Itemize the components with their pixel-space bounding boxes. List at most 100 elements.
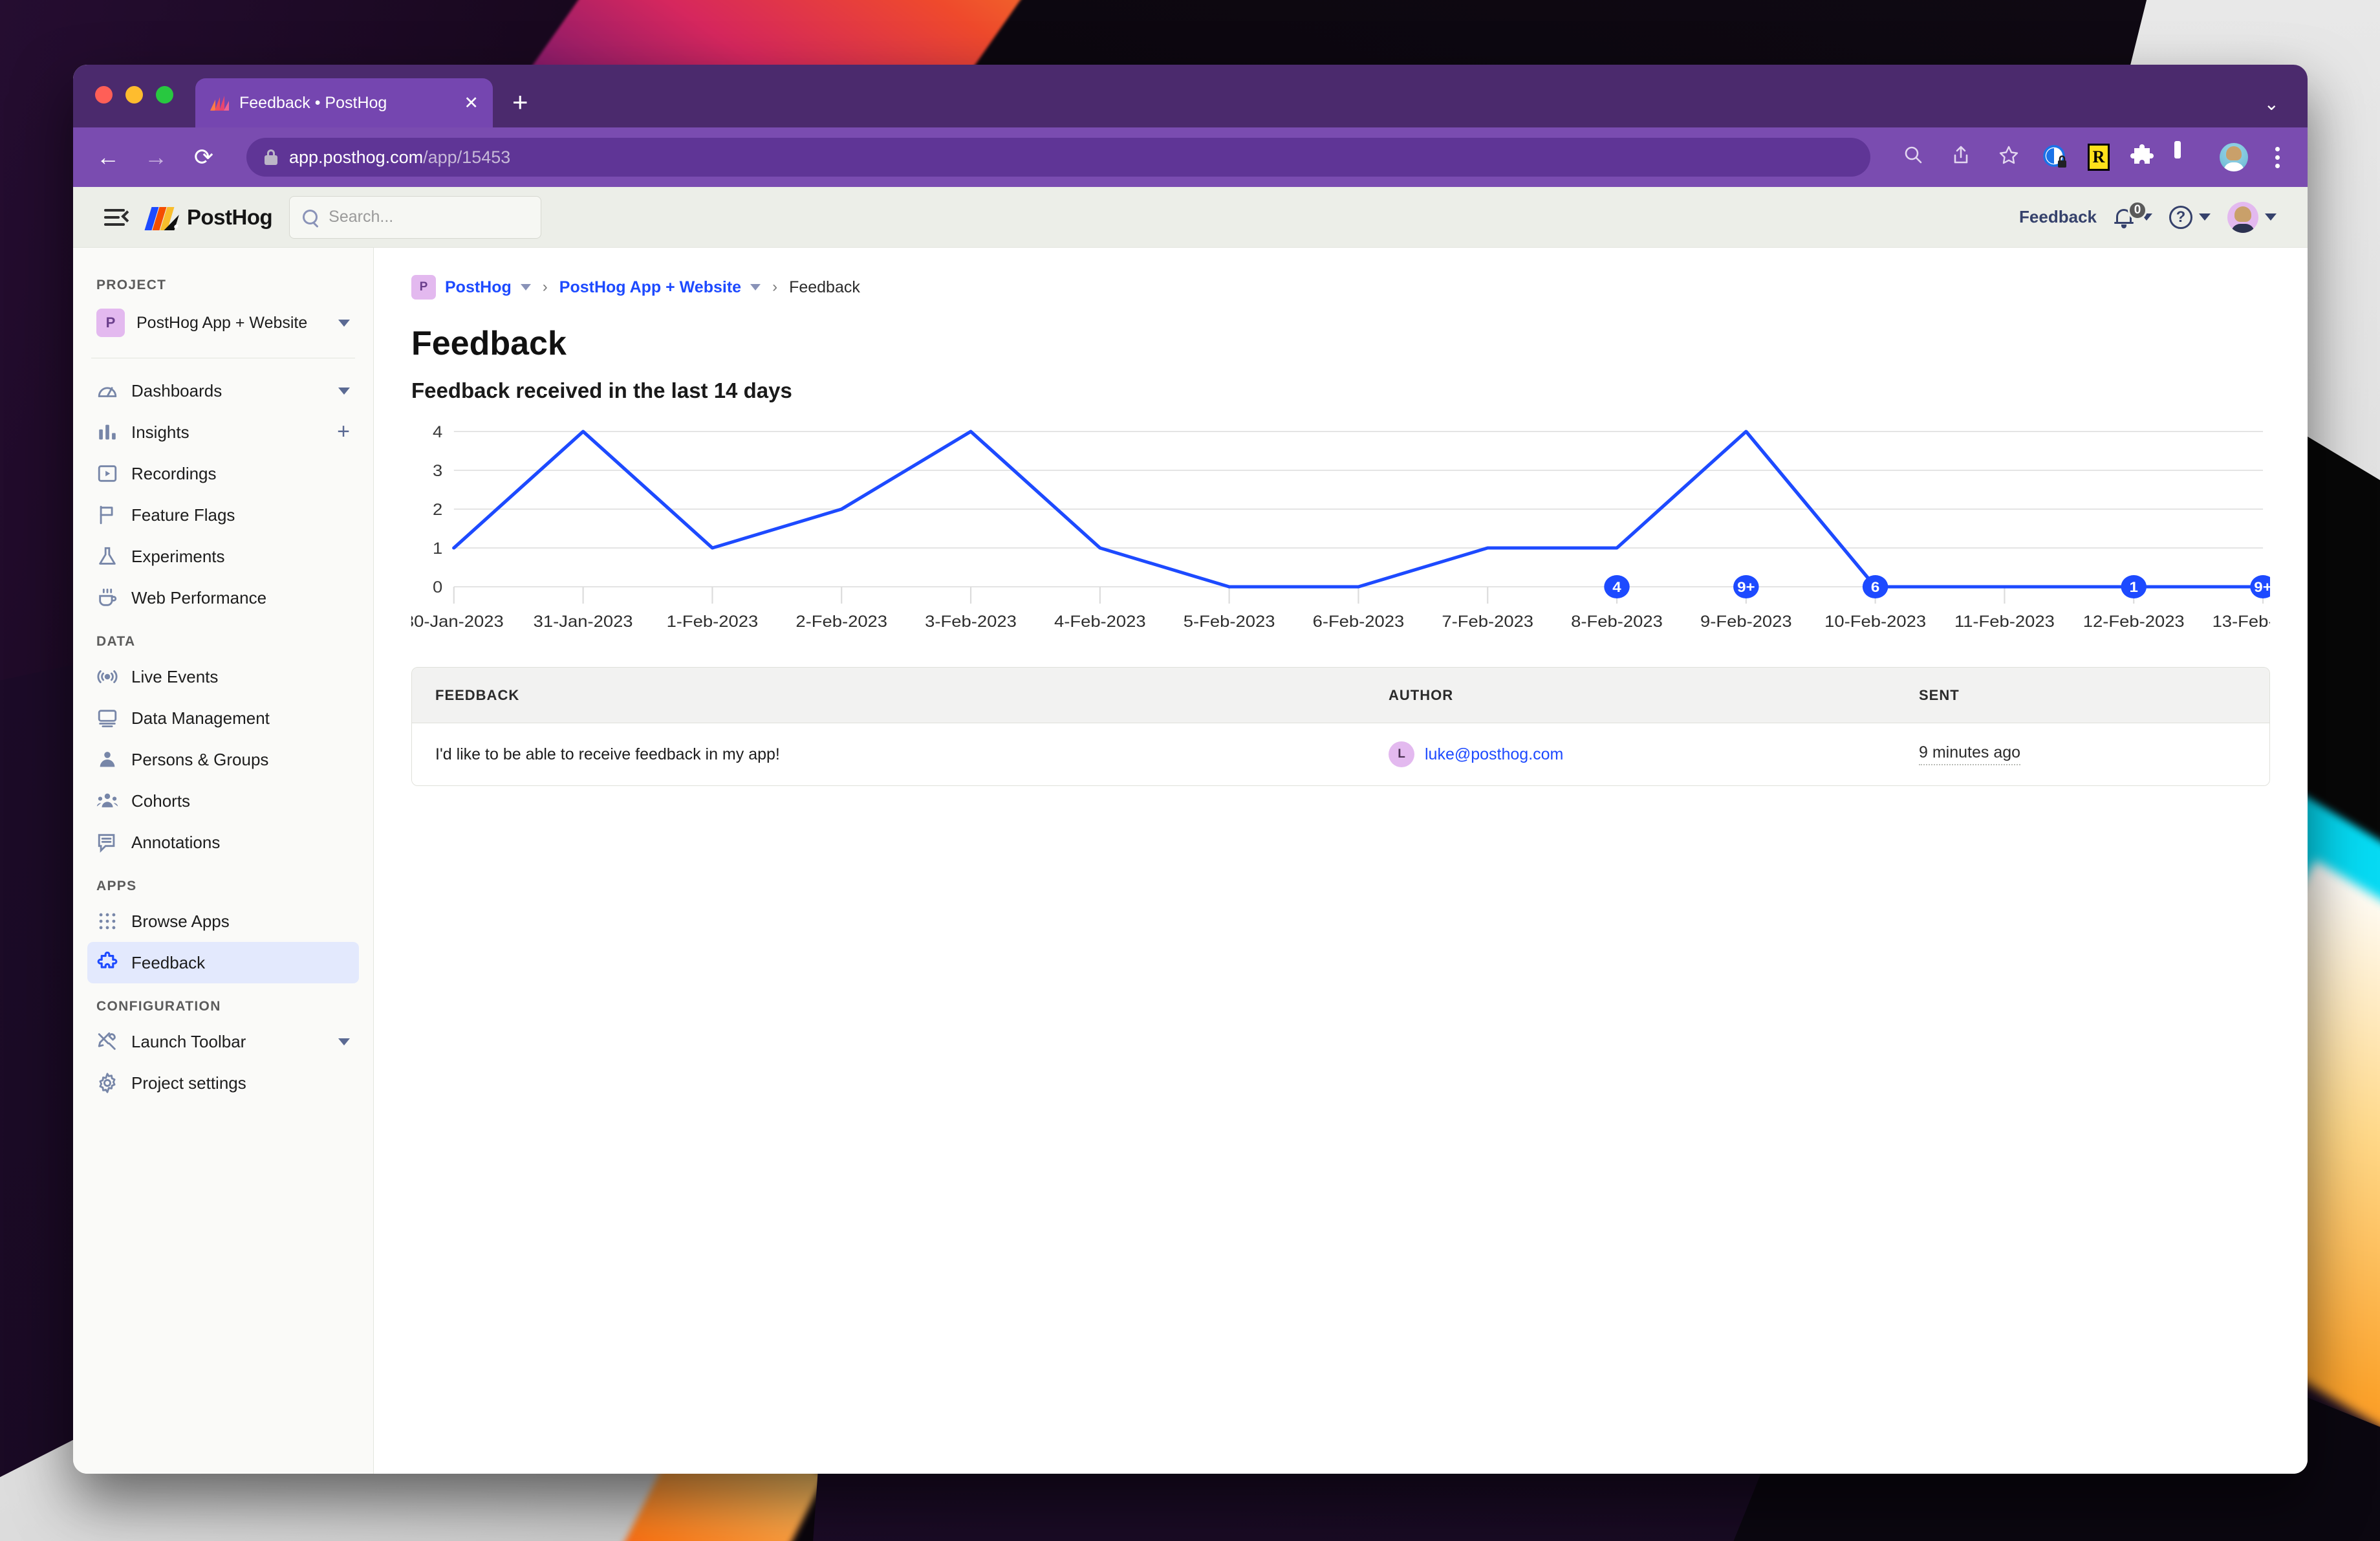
chevron-down-icon[interactable]	[338, 1038, 350, 1045]
breadcrumb-org-badge: P	[411, 275, 436, 300]
search-icon[interactable]	[1899, 145, 1927, 169]
sidebar-item-feature-flags[interactable]: Feature Flags	[87, 494, 359, 536]
sidebar-item-launch-toolbar[interactable]: Launch Toolbar	[87, 1021, 359, 1062]
author-cell: L luke@posthog.com	[1389, 741, 1919, 767]
tabstrip-chevron-down-icon[interactable]: ⌄	[2264, 93, 2279, 115]
back-button[interactable]: ←	[94, 146, 122, 169]
search-placeholder: Search...	[329, 208, 393, 226]
extensions-puzzle-icon[interactable]	[2129, 144, 2155, 170]
sidebar-item-persons-groups[interactable]: Persons & Groups	[87, 739, 359, 780]
sidebar-item-label: Experiments	[131, 547, 350, 567]
chevron-down-icon[interactable]	[750, 284, 761, 290]
search-input[interactable]: Search...	[289, 196, 541, 239]
sidebar-item-dashboards[interactable]: Dashboards	[87, 370, 359, 411]
chart-heading: Feedback received in the last 14 days	[411, 378, 2270, 403]
sidebar-item-label: Launch Toolbar	[131, 1032, 325, 1052]
search-icon	[303, 210, 318, 225]
chart-annotation-badge[interactable]: 1	[2121, 575, 2146, 598]
sidebar-project-selector[interactable]: P PostHog App + Website	[87, 300, 359, 346]
browser-tabstrip: Feedback • PostHog ✕ + ⌄	[73, 65, 2308, 127]
tools-icon	[96, 1031, 118, 1053]
browser-profile-avatar[interactable]	[2220, 143, 2248, 171]
bar-chart-icon	[96, 421, 118, 443]
chart-annotation-badge[interactable]: 4	[1604, 575, 1629, 598]
posthog-favicon-icon	[210, 94, 229, 111]
sidebar-item-browse-apps[interactable]: Browse Apps	[87, 901, 359, 942]
sidebar-item-label: Live Events	[131, 667, 350, 687]
sidebar-item-recordings[interactable]: Recordings	[87, 453, 359, 494]
reload-button[interactable]: ⟳	[189, 146, 218, 169]
chart-annotation-badge[interactable]: 6	[1863, 575, 1888, 598]
table-row[interactable]: I'd like to be able to receive feedback …	[412, 723, 2269, 785]
main-content: P PostHog › PostHog App + Website › Feed…	[374, 248, 2308, 1474]
sidebar-item-web-performance[interactable]: Web Performance	[87, 577, 359, 618]
close-tab-button[interactable]: ✕	[464, 94, 479, 112]
sidebar-item-experiments[interactable]: Experiments	[87, 536, 359, 577]
x-axis-tick-label: 4-Feb-2023	[1054, 612, 1146, 631]
share-icon[interactable]	[1947, 145, 1975, 169]
breadcrumb-org-link[interactable]: PostHog	[445, 278, 512, 297]
comment-lines-icon	[96, 831, 118, 853]
sidebar-item-feedback[interactable]: Feedback	[87, 942, 359, 983]
user-menu-button[interactable]	[2227, 202, 2277, 233]
header-feedback-link[interactable]: Feedback	[2019, 207, 2097, 227]
url-path: /app/15453	[423, 148, 510, 167]
close-window-button[interactable]	[95, 86, 113, 104]
sidebar-item-label: Data Management	[131, 708, 350, 728]
project-name: PostHog App + Website	[136, 313, 327, 333]
chevron-down-icon	[338, 320, 350, 327]
forward-button[interactable]: →	[142, 146, 170, 169]
breadcrumb-project-link[interactable]: PostHog App + Website	[559, 278, 741, 297]
sidebar-item-insights[interactable]: Insights +	[87, 411, 359, 453]
sent-timestamp[interactable]: 9 minutes ago	[1919, 743, 2020, 765]
address-bar-url: app.posthog.com/app/15453	[289, 148, 510, 168]
maximize-window-button[interactable]	[156, 86, 173, 104]
column-header-feedback: FEEDBACK	[412, 687, 1389, 704]
chart-annotation-badge[interactable]: 9+	[2250, 575, 2270, 598]
sidebar-group-label-configuration: CONFIGURATION	[87, 983, 359, 1021]
chevron-down-icon[interactable]	[521, 284, 531, 290]
sidebar-item-annotations[interactable]: Annotations	[87, 822, 359, 863]
help-button[interactable]: ?	[2169, 206, 2211, 229]
feedback-table: FEEDBACK AUTHOR SENT I'd like to be able…	[411, 667, 2270, 786]
play-square-icon	[96, 463, 118, 485]
posthog-logo-icon	[148, 204, 178, 230]
extension-privacy-icon[interactable]	[2042, 144, 2068, 170]
author-email-link[interactable]: luke@posthog.com	[1425, 745, 1563, 764]
people-icon	[96, 790, 118, 812]
minimize-window-button[interactable]	[125, 86, 143, 104]
browser-tab[interactable]: Feedback • PostHog ✕	[195, 78, 493, 127]
url-host: app.posthog.com	[289, 148, 423, 167]
sidebar-item-project-settings[interactable]: Project settings	[87, 1062, 359, 1104]
posthog-logo[interactable]: PostHog	[148, 204, 272, 230]
sidebar-group-label-project: PROJECT	[87, 262, 359, 300]
y-axis-tick-label: 3	[433, 461, 442, 480]
sidebar-collapse-icon[interactable]	[104, 208, 131, 227]
x-axis-tick-label: 13-Feb-2023	[2212, 612, 2270, 631]
bookmark-star-icon[interactable]	[1995, 145, 2023, 169]
address-bar[interactable]: app.posthog.com/app/15453	[246, 138, 1870, 177]
add-insight-button[interactable]: +	[337, 424, 350, 440]
sidebar-group-label-apps: APPS	[87, 863, 359, 901]
gauge-icon	[96, 380, 118, 402]
x-axis-tick-label: 7-Feb-2023	[1442, 612, 1533, 631]
sidebar-item-live-events[interactable]: Live Events	[87, 656, 359, 697]
sent-cell: 9 minutes ago	[1919, 743, 2269, 765]
sidebar-item-label: Browse Apps	[131, 912, 350, 932]
chart-annotation-badge[interactable]: 9+	[1733, 575, 1758, 598]
app-header: PostHog Search... Feedback 0 ?	[73, 187, 2308, 248]
notifications-button[interactable]: 0	[2114, 206, 2152, 228]
new-tab-button[interactable]: +	[512, 89, 528, 116]
browser-menu-kebab-icon[interactable]	[2267, 147, 2287, 168]
sidepanel-icon[interactable]	[2174, 144, 2200, 170]
column-header-sent: SENT	[1919, 687, 2269, 704]
app-body: PROJECT P PostHog App + Website Dashboar…	[73, 248, 2308, 1474]
extension-r-icon[interactable]: R	[2088, 144, 2110, 171]
chart-canvas: 0123430-Jan-202331-Jan-20231-Feb-20232-F…	[411, 422, 2270, 642]
sidebar-item-data-management[interactable]: Data Management	[87, 697, 359, 739]
notifications-badge: 0	[2128, 201, 2147, 220]
sidebar-item-cohorts[interactable]: Cohorts	[87, 780, 359, 822]
chevron-down-icon[interactable]	[338, 388, 350, 395]
window-controls	[95, 65, 173, 127]
y-axis-tick-label: 2	[433, 500, 442, 519]
